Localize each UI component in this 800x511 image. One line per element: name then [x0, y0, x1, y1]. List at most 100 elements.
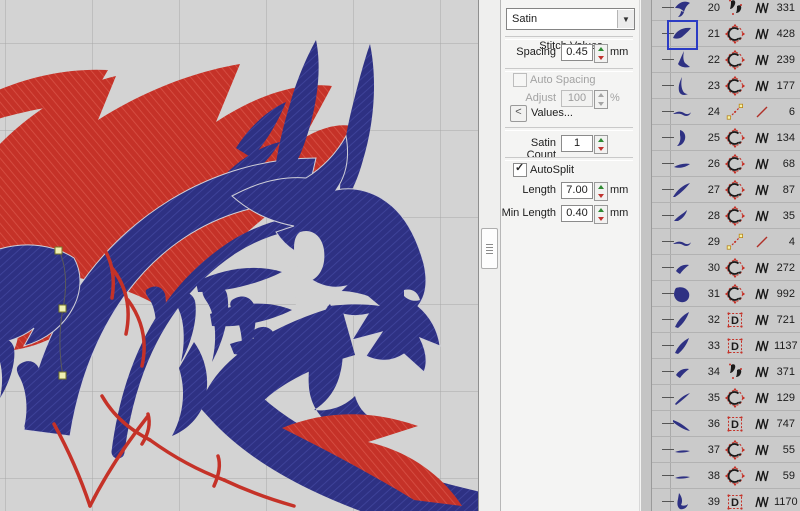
- satin-count-input[interactable]: 1: [561, 135, 593, 152]
- object-list-row[interactable]: 21 428: [652, 21, 800, 47]
- object-list-row[interactable]: 20 331: [652, 0, 800, 21]
- object-stitch-type[interactable]: [750, 440, 774, 460]
- object-outline-type[interactable]: [720, 101, 750, 123]
- autosplit-checkbox[interactable]: ✓: [513, 163, 527, 177]
- object-outline-type[interactable]: [720, 75, 750, 97]
- object-thumbnail[interactable]: [652, 281, 698, 306]
- values-collapse-button[interactable]: <: [510, 105, 527, 122]
- panel-splitter[interactable]: [479, 0, 501, 511]
- object-stitch-type[interactable]: [750, 336, 774, 356]
- object-outline-type[interactable]: D: [720, 335, 750, 357]
- length-stepper[interactable]: [594, 182, 608, 201]
- chevron-down-icon[interactable]: ▼: [617, 10, 634, 28]
- object-outline-type[interactable]: [720, 49, 750, 71]
- object-stitch-type[interactable]: [750, 414, 774, 434]
- object-stitch-type[interactable]: [750, 232, 774, 252]
- auto-spacing-checkbox[interactable]: [513, 73, 527, 87]
- object-list-row[interactable]: 23 177: [652, 73, 800, 99]
- object-thumbnail[interactable]: [652, 151, 698, 176]
- object-stitch-type[interactable]: [750, 388, 774, 408]
- object-outline-type[interactable]: [720, 283, 750, 305]
- object-thumbnail[interactable]: [652, 0, 698, 20]
- object-list-row[interactable]: 24 6: [652, 99, 800, 125]
- object-list-row[interactable]: 26 68: [652, 151, 800, 177]
- object-outline-type[interactable]: [720, 361, 750, 383]
- object-outline-type[interactable]: [720, 205, 750, 227]
- object-stitch-type[interactable]: [750, 128, 774, 148]
- object-list-row[interactable]: 32 D 721: [652, 307, 800, 333]
- object-list-row[interactable]: 36 D 747: [652, 411, 800, 437]
- object-thumbnail[interactable]: [652, 463, 698, 488]
- object-shape-icon: [670, 256, 694, 280]
- object-outline-type[interactable]: D: [720, 491, 750, 511]
- adjust-input[interactable]: 100: [561, 90, 593, 107]
- object-list-row[interactable]: 22 239: [652, 47, 800, 73]
- object-outline-type[interactable]: [720, 179, 750, 201]
- object-list-row[interactable]: 31 992: [652, 281, 800, 307]
- spacing-stepper[interactable]: [594, 44, 608, 63]
- object-stitch-type[interactable]: [750, 50, 774, 70]
- object-list-row[interactable]: 34 371: [652, 359, 800, 385]
- object-outline-type[interactable]: [720, 127, 750, 149]
- object-thumbnail[interactable]: [652, 177, 698, 202]
- object-thumbnail[interactable]: [652, 333, 698, 358]
- object-stitch-type[interactable]: [750, 362, 774, 382]
- object-stitch-type[interactable]: [750, 102, 774, 122]
- object-thumbnail[interactable]: [652, 203, 698, 228]
- object-thumbnail[interactable]: [652, 125, 698, 150]
- min-length-input[interactable]: 0.40: [561, 205, 593, 222]
- object-thumbnail[interactable]: [652, 229, 698, 254]
- stitch-type-select[interactable]: Satin ▼: [506, 8, 635, 30]
- object-stitch-type[interactable]: [750, 492, 774, 511]
- object-outline-type[interactable]: [720, 387, 750, 409]
- object-stitch-type[interactable]: [750, 0, 774, 18]
- adjust-stepper[interactable]: [594, 90, 608, 109]
- object-stitch-type[interactable]: [750, 76, 774, 96]
- object-thumbnail[interactable]: [652, 489, 698, 511]
- object-list-row[interactable]: 37 55: [652, 437, 800, 463]
- min-length-stepper[interactable]: [594, 205, 608, 224]
- object-outline-type[interactable]: [720, 23, 750, 45]
- object-list-row[interactable]: 30 272: [652, 255, 800, 281]
- object-stitch-type[interactable]: [750, 180, 774, 200]
- spacing-input[interactable]: 0.45: [561, 44, 593, 61]
- design-canvas[interactable]: [0, 0, 479, 511]
- object-thumbnail[interactable]: [652, 385, 698, 410]
- object-list-row[interactable]: 33 D 1137: [652, 333, 800, 359]
- object-outline-type[interactable]: [720, 465, 750, 487]
- object-stitch-type[interactable]: [750, 24, 774, 44]
- object-list-row[interactable]: 35 129: [652, 385, 800, 411]
- length-input[interactable]: 7.00: [561, 182, 593, 199]
- object-stitch-type[interactable]: [750, 310, 774, 330]
- object-list-row[interactable]: 25 134: [652, 125, 800, 151]
- object-outline-type[interactable]: [720, 439, 750, 461]
- object-list-row[interactable]: 38 59: [652, 463, 800, 489]
- object-outline-type[interactable]: [720, 153, 750, 175]
- object-list-row[interactable]: 28 35: [652, 203, 800, 229]
- object-thumbnail[interactable]: [652, 307, 698, 332]
- object-list-row[interactable]: 29 4: [652, 229, 800, 255]
- object-outline-type[interactable]: [720, 0, 750, 19]
- object-stitch-type[interactable]: [750, 466, 774, 486]
- object-stitch-type[interactable]: [750, 284, 774, 304]
- object-list-row[interactable]: 39 D 1170: [652, 489, 800, 511]
- object-thumbnail[interactable]: [652, 47, 698, 72]
- splitter-grip-handle[interactable]: [481, 228, 498, 269]
- object-list-row[interactable]: 27 87: [652, 177, 800, 203]
- object-outline-type[interactable]: D: [720, 413, 750, 435]
- object-thumbnail[interactable]: [652, 437, 698, 462]
- object-outline-type[interactable]: D: [720, 309, 750, 331]
- object-thumbnail[interactable]: [652, 21, 698, 46]
- object-thumbnail[interactable]: [652, 99, 698, 124]
- object-thumbnail[interactable]: [652, 73, 698, 98]
- object-outline-type[interactable]: [720, 257, 750, 279]
- object-stitch-type[interactable]: [750, 206, 774, 226]
- object-outline-type[interactable]: [720, 231, 750, 253]
- object-thumbnail[interactable]: [652, 359, 698, 384]
- satin-count-stepper[interactable]: [594, 135, 608, 154]
- object-stitch-type[interactable]: [750, 258, 774, 278]
- object-stitch-type[interactable]: [750, 154, 774, 174]
- object-list[interactable]: 20 331 21 428: [652, 0, 800, 511]
- object-thumbnail[interactable]: [652, 411, 698, 436]
- object-thumbnail[interactable]: [652, 255, 698, 280]
